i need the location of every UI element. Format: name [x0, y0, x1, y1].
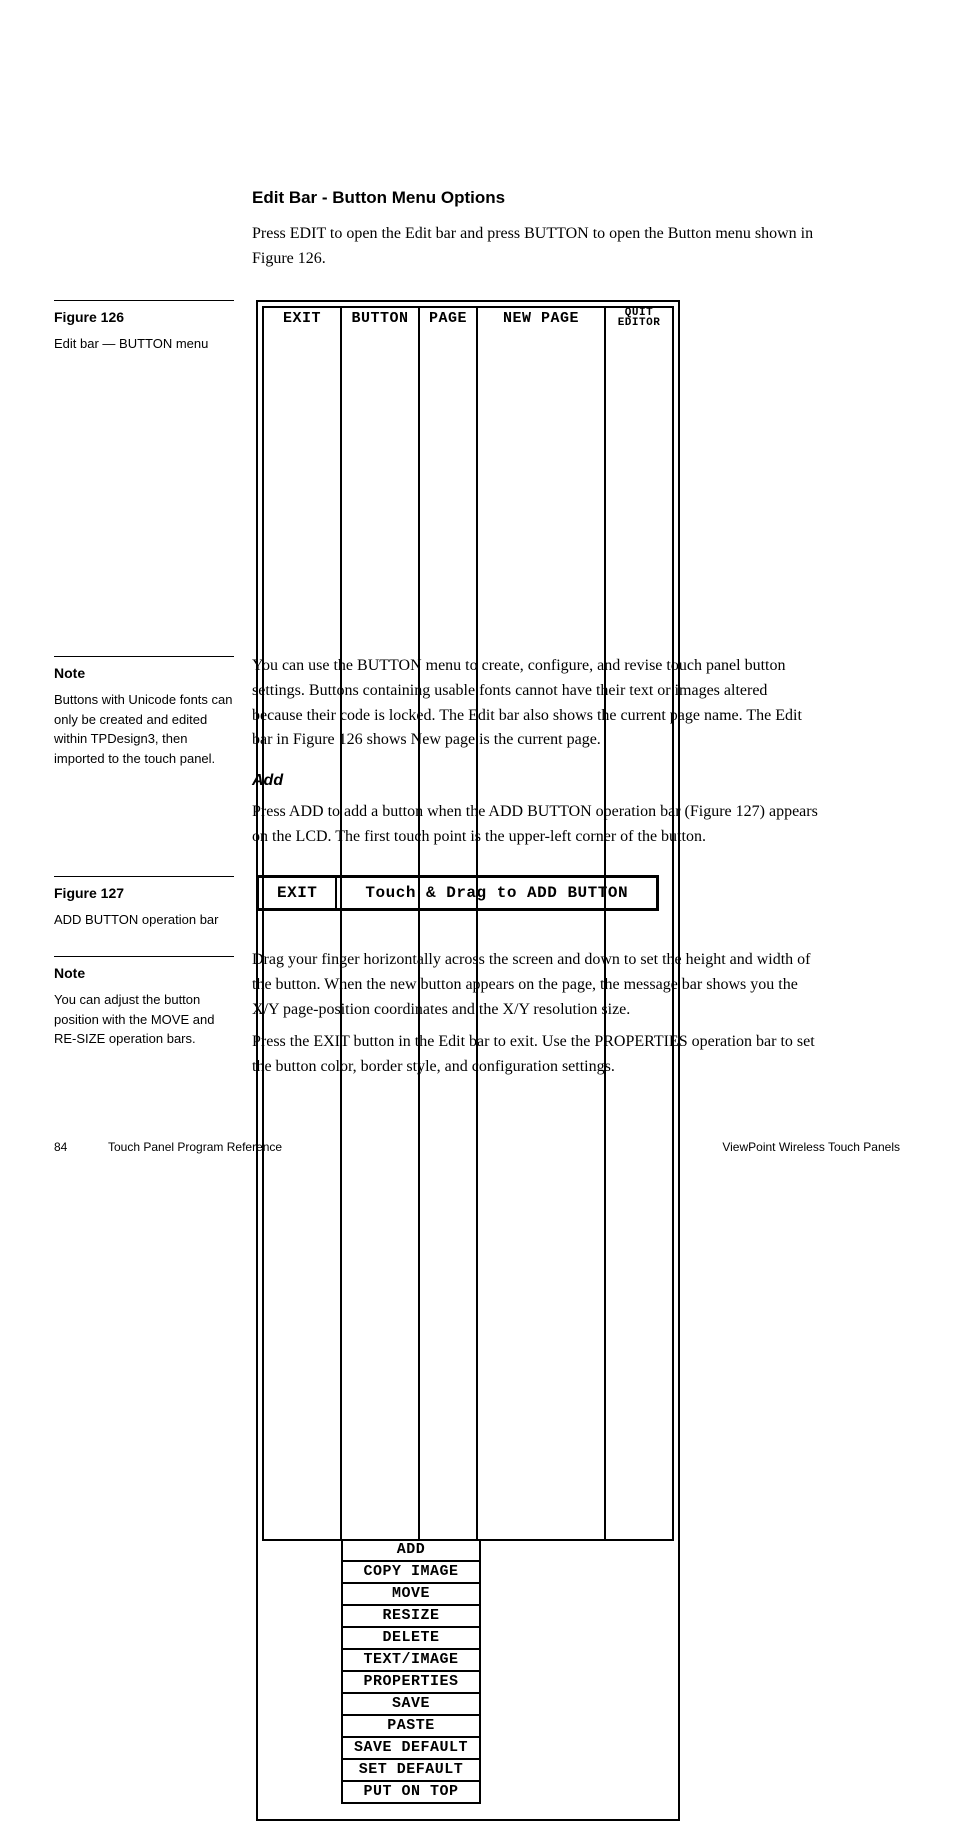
intro-paragraph: Press EDIT to open the Edit bar and pres… — [252, 222, 818, 272]
note-2-title: Note — [54, 963, 234, 984]
footer-product: ViewPoint Wireless Touch Panels — [722, 1140, 900, 1154]
menu-item: RESIZE — [341, 1604, 481, 1628]
menu-quit-editor: QUIT EDITOR — [604, 306, 674, 1541]
para-after-fig126: You can use the BUTTON menu to create, c… — [252, 654, 818, 753]
add-subheading: Add — [252, 772, 283, 790]
note-1-title: Note — [54, 663, 234, 684]
note-2-body: You can adjust the button position with … — [54, 990, 234, 1049]
menu-item: SAVE — [341, 1692, 481, 1716]
para-after-fig127-b: Press the EXIT button in the Edit bar to… — [252, 1030, 818, 1080]
para-after-fig127-a: Drag your finger horizontally across the… — [252, 948, 818, 1022]
figure-126-title: Figure 126 — [54, 307, 234, 328]
menu-item: SAVE DEFAULT — [341, 1736, 481, 1760]
menu-new-page: NEW PAGE — [476, 306, 606, 1541]
button-dropdown: ADD COPY IMAGE MOVE RESIZE DELETE TEXT/I… — [341, 1538, 481, 1804]
menu-item: MOVE — [341, 1582, 481, 1606]
menu-item: PASTE — [341, 1714, 481, 1738]
op-bar-exit: EXIT — [257, 876, 337, 910]
op-bar-message: Touch & Drag to ADD BUTTON — [335, 876, 658, 910]
menu-item: PUT ON TOP — [341, 1780, 481, 1804]
menu-item: COPY IMAGE — [341, 1560, 481, 1584]
figure-127-label: Figure 127 ADD BUTTON operation bar — [54, 876, 234, 930]
menu-item: ADD — [341, 1538, 481, 1562]
menu-item: SET DEFAULT — [341, 1758, 481, 1782]
note-1: Note Buttons with Unicode fonts can only… — [54, 656, 234, 768]
figure-127-diagram: EXIT Touch & Drag to ADD BUTTON — [256, 875, 659, 911]
note-2: Note You can adjust the button position … — [54, 956, 234, 1049]
menu-item: TEXT/IMAGE — [341, 1648, 481, 1672]
menu-exit: EXIT — [262, 306, 342, 1541]
menu-button: BUTTON — [340, 306, 420, 1541]
figure-127-caption: ADD BUTTON operation bar — [54, 910, 234, 930]
menu-item: DELETE — [341, 1626, 481, 1650]
note-1-body: Buttons with Unicode fonts can only be c… — [54, 690, 234, 768]
page-number: 84 — [54, 1140, 67, 1154]
figure-126-label: Figure 126 Edit bar — BUTTON menu — [54, 300, 234, 354]
figure-126-caption: Edit bar — BUTTON menu — [54, 334, 234, 354]
footer-reference: Touch Panel Program Reference — [108, 1140, 282, 1154]
add-paragraph: Press ADD to add a button when the ADD B… — [252, 800, 818, 850]
figure-127-title: Figure 127 — [54, 883, 234, 904]
menu-item: PROPERTIES — [341, 1670, 481, 1694]
menu-page: PAGE — [418, 306, 478, 1541]
section-heading: Edit Bar - Button Menu Options — [252, 188, 505, 208]
